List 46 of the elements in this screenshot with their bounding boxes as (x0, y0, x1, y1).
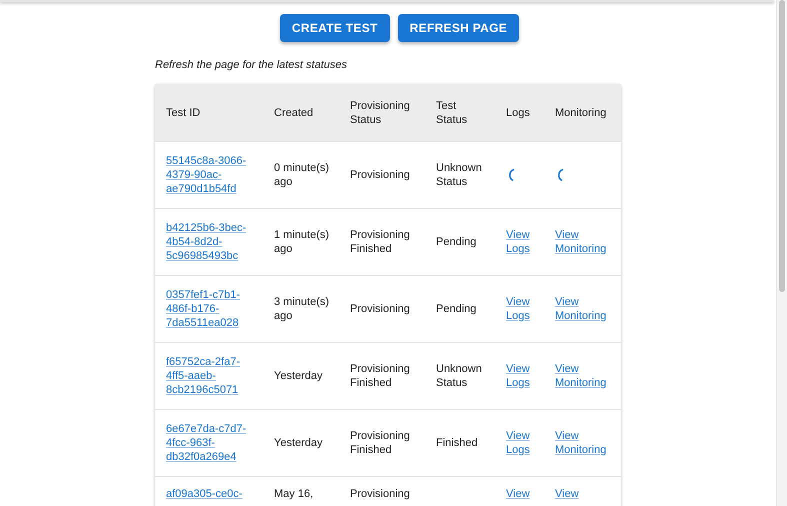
view-monitoring-link[interactable]: View (555, 487, 579, 501)
provisioning-status: Provisioning Finished (350, 363, 410, 389)
provisioning-status: Provisioning (350, 169, 410, 181)
view-monitoring-link[interactable]: View Monitoring (555, 429, 615, 457)
view-logs-link[interactable]: View Logs (506, 295, 538, 323)
view-logs-link[interactable]: View Logs (506, 228, 538, 256)
hint-text: Refresh the page for the latest statuses (155, 59, 348, 71)
test-status: Pending (436, 303, 476, 315)
scrollbar[interactable] (776, 0, 787, 506)
loading-spinner-icon (555, 168, 565, 182)
provisioning-status: Provisioning Finished (350, 229, 410, 255)
view-logs-link[interactable]: View Logs (506, 362, 538, 390)
test-status: Finished (436, 437, 478, 449)
column-header: Test Status (436, 100, 468, 126)
view-monitoring-link[interactable]: View Monitoring (555, 362, 615, 390)
created-text: 1 minute(s) ago (274, 229, 330, 255)
column-header: Created (274, 106, 314, 118)
action-button[interactable]: CREATE TEST (280, 14, 390, 42)
test-id-link[interactable]: af09a305-ce0c- (166, 487, 242, 501)
view-monitoring-link[interactable]: View Monitoring (555, 295, 615, 323)
provisioning-status: Provisioning (350, 303, 410, 315)
loading-spinner-icon (506, 168, 516, 182)
column-header: Logs (506, 106, 530, 118)
view-monitoring-link[interactable]: View Monitoring (555, 228, 615, 256)
column-header: Test ID (166, 106, 200, 118)
test-id-link[interactable]: 6e67e7da-c7d7-4fcc-963f-db32f0a269e4 (166, 422, 257, 464)
column-header: Monitoring (555, 106, 606, 118)
created-text: Yesterday (274, 437, 323, 449)
test-id-link[interactable]: 55145c8a-3066-4379-90ac-ae790d1b54fd (166, 154, 257, 196)
created-text: 0 minute(s) ago (274, 162, 330, 188)
provisioning-status: Provisioning Finished (350, 430, 410, 456)
test-status: Unknown Status (436, 162, 482, 188)
test-id-link[interactable]: b42125b6-3bec-4b54-8d2d-5c96985493bc (166, 221, 257, 263)
created-text: May 16, (274, 488, 314, 500)
view-logs-link[interactable]: View (506, 487, 530, 501)
scrollbar-thumb[interactable] (779, 0, 785, 292)
test-status: Pending (436, 236, 476, 248)
action-button[interactable]: REFRESH PAGE (398, 14, 520, 42)
created-text: 3 minute(s) ago (274, 296, 330, 322)
test-id-link[interactable]: 0357fef1-c7b1-486f-b176-7da5511ea028 (166, 288, 257, 330)
provisioning-status: Provisioning (350, 488, 410, 500)
test-status: Unknown Status (436, 363, 482, 389)
column-header: Provisioning Status (350, 100, 410, 126)
created-text: Yesterday (274, 370, 323, 382)
view-logs-link[interactable]: View Logs (506, 429, 538, 457)
test-id-link[interactable]: f65752ca-2fa7-4ff5-aaeb-8cb2196c5071 (166, 355, 257, 397)
